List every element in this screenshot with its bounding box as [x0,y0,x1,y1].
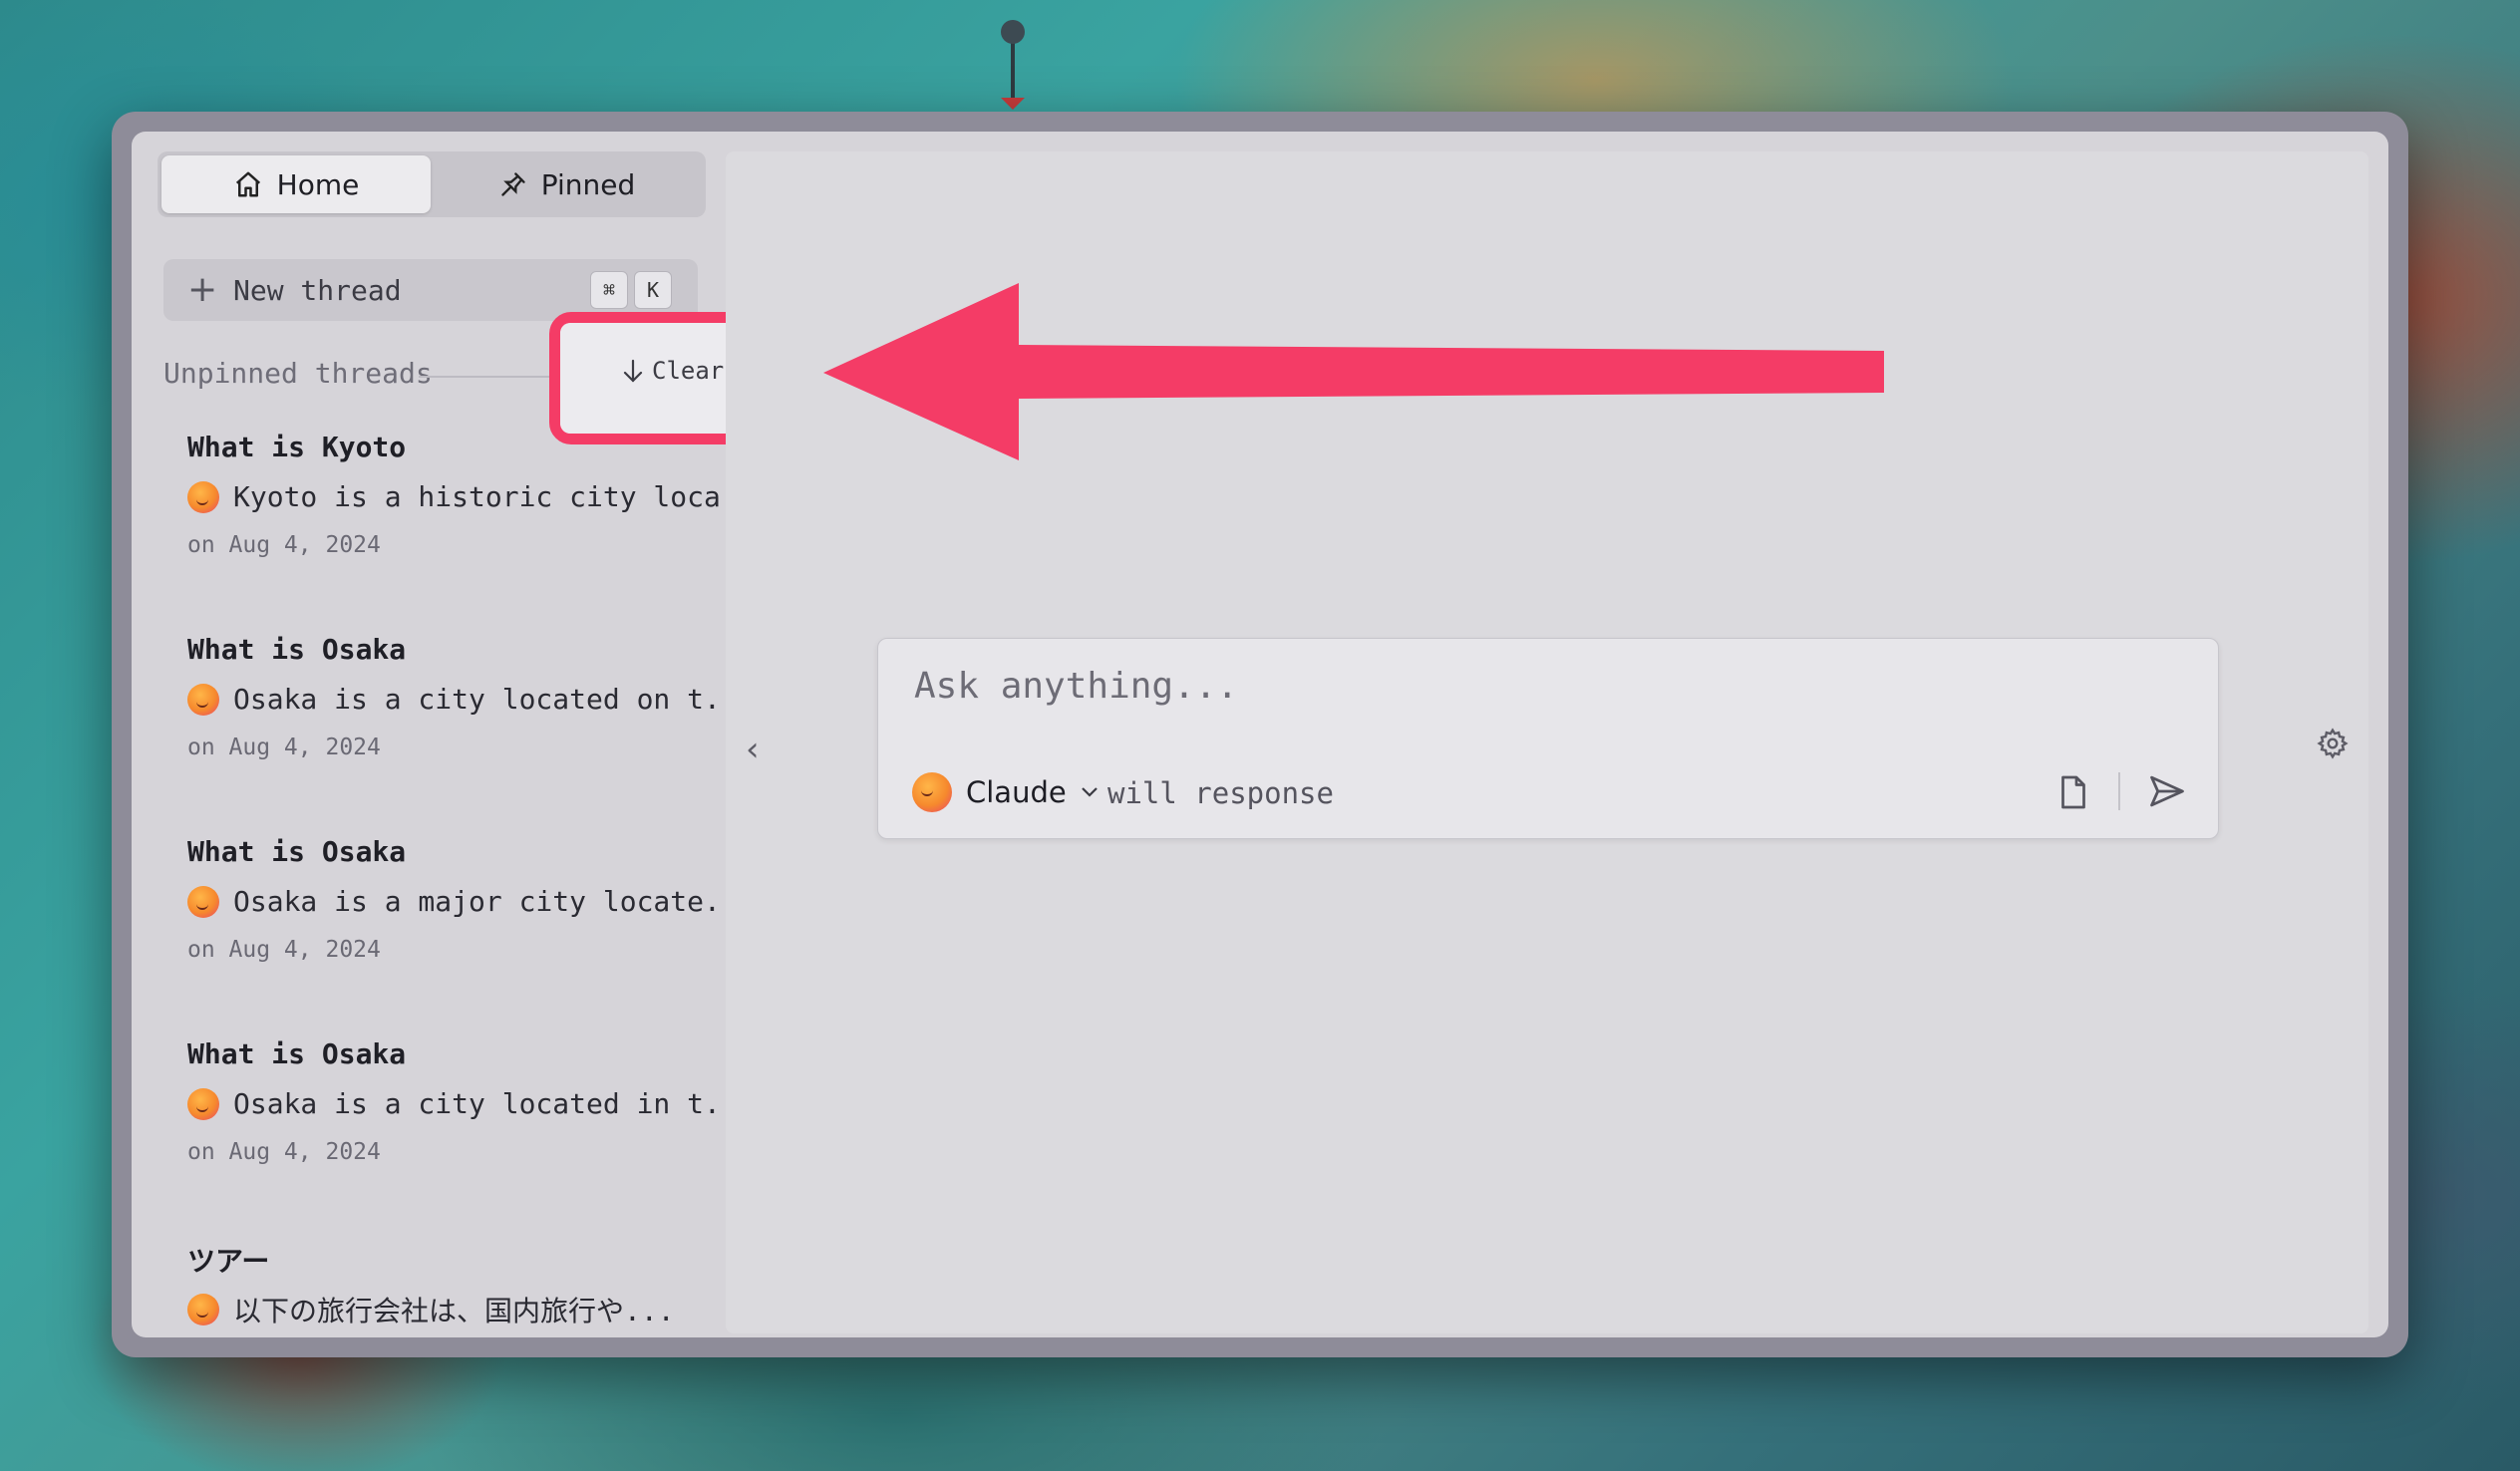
thread-preview: Osaka is a major city locate... [187,885,755,918]
thread-preview: Osaka is a city located in t... [187,1087,755,1120]
thread-item[interactable]: What is Osaka Osaka is a major city loca… [175,835,755,1005]
thread-preview-text: Osaka is a city located in t... [233,1087,755,1120]
model-name: Claude [966,775,1067,809]
view-switcher: Home Pinned [158,151,706,217]
thread-preview: Osaka is a city located on t... [187,683,755,716]
tab-home-label: Home [276,167,360,201]
tab-pinned[interactable]: Pinned [433,155,702,213]
thread-title: ツアー [187,1245,270,1278]
thread-title: What is Osaka [187,835,407,868]
thread-item[interactable]: ツアー 以下の旅行会社は、国内旅行や... [175,1240,714,1327]
chevron-down-icon [1081,787,1098,797]
tab-home[interactable]: Home [161,155,431,213]
claude-avatar-icon [187,885,219,918]
new-thread-label: New thread [233,274,402,307]
chevron-left-icon[interactable]: ‹ [746,730,760,769]
pushpin-decoration [1001,20,1025,110]
thread-preview: Kyoto is a historic city loca... [187,480,771,513]
thread-item[interactable]: What is Osaka Osaka is a city located on… [175,633,755,802]
shortcut-k-key: K [634,271,672,309]
thread-date: on Aug 4, 2024 [187,1139,381,1165]
unpinned-threads-heading: Unpinned threads [163,357,433,390]
thread-date: on Aug 4, 2024 [187,937,381,963]
claude-avatar-icon [187,683,219,716]
home-icon [235,171,260,197]
clear-label: Clear [652,357,725,385]
thread-title: What is Kyoto [187,431,407,463]
thread-item[interactable]: What is Kyoto Kyoto is a historic city l… [175,431,771,600]
claude-avatar-icon [912,772,952,812]
tab-pinned-label: Pinned [540,167,636,201]
claude-avatar-icon [187,1294,219,1325]
model-suffix-text: will response [1107,776,1334,810]
thread-preview: 以下の旅行会社は、国内旅行や... [187,1290,675,1329]
model-selector[interactable]: Claude [912,772,1099,812]
claude-avatar-icon [187,480,219,513]
arrow-down-icon [623,359,643,383]
send-icon[interactable] [2148,774,2186,808]
thread-preview-text: 以下の旅行会社は、国内旅行や... [233,1295,675,1327]
thread-preview-text: Osaka is a city located on t... [233,683,755,716]
thread-preview-text: Kyoto is a historic city loca... [233,480,772,513]
clear-button[interactable]: Clear [622,357,724,385]
gear-icon[interactable] [2317,728,2349,759]
plus-icon: + [187,269,218,310]
pin-icon [501,172,525,196]
thread-title: What is Osaka [187,633,407,666]
thread-date: on Aug 4, 2024 [187,735,381,760]
thread-date: on Aug 4, 2024 [187,532,381,558]
composer: Claude will response [877,638,2219,839]
thread-preview-text: Osaka is a major city locate... [233,885,755,918]
shortcut-cmd-key: ⌘ [590,271,628,309]
annotation-arrow [823,283,1884,460]
thread-title: What is Osaka [187,1037,407,1070]
file-icon[interactable] [2058,774,2088,810]
ask-input[interactable] [912,665,2013,708]
claude-avatar-icon [187,1087,219,1120]
thread-item[interactable]: What is Osaka Osaka is a city located in… [175,1037,755,1207]
toolbar-divider [2118,772,2120,810]
